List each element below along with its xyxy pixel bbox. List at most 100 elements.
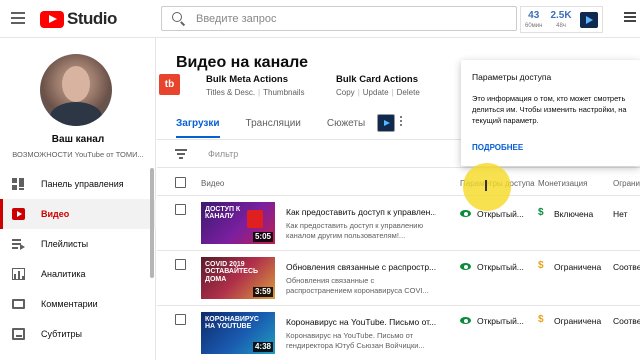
bulk-link-titles[interactable]: Titles & Desc. (206, 88, 255, 97)
tubebuddy-logo[interactable]: tb (159, 74, 180, 95)
sidebar-item-label: Панель управления (41, 179, 124, 189)
sidebar-item-label: Комментарии (41, 299, 98, 309)
sidebar: Ваш канал ВОЗМОЖНОСТИ YouTube от ТОМИ...… (0, 38, 156, 360)
search-icon[interactable] (172, 11, 186, 26)
extension-tab-icon[interactable] (377, 114, 395, 132)
sidebar-item-dashboard[interactable]: Панель управления (0, 169, 156, 199)
playlist-icon (12, 238, 25, 250)
sidebar-item-subtitles[interactable]: Субтитры (0, 319, 156, 349)
avatar-face (62, 66, 90, 102)
bulk-link-delete[interactable]: Delete (397, 88, 420, 97)
monetization-value[interactable]: Ограничена (554, 316, 601, 326)
table-row[interactable]: ДОСТУП К КАНАЛУ 5:05 Как предоставить до… (157, 197, 640, 251)
bulk-link-update[interactable]: Update (363, 88, 389, 97)
video-thumbnail[interactable]: КОРОНАВИРУС НА YOUTUBE 4:38 (201, 312, 275, 354)
search-input[interactable] (196, 12, 496, 25)
page-title: Видео на канале (176, 54, 308, 71)
monetization-dollar-icon: $ (538, 314, 544, 325)
channel-avatar[interactable] (40, 54, 112, 126)
channel-title: Ваш канал (51, 134, 105, 145)
bulk-title: Bulk Card Actions (336, 74, 418, 85)
stat-value: 43 (528, 9, 540, 21)
bulk-meta-actions: Bulk Meta Actions Titles & Desc. | Thumbna… (206, 74, 305, 97)
video-description: Как предоставить доступ к управлению кан… (286, 221, 424, 240)
visibility-info-popup: Параметры доступа Это информация о том, … (461, 60, 640, 166)
thumbnail-text: ДОСТУП К КАНАЛУ (205, 206, 241, 221)
sidebar-item-playlists[interactable]: Плейлисты (0, 229, 156, 259)
sidebar-item-analytics[interactable]: Аналитика (0, 259, 156, 289)
content-tabs: Загрузки Трансляции Сюжеты (176, 118, 391, 138)
visibility-eye-icon (460, 263, 471, 270)
video-description: Обновления связанные с распространением … (286, 276, 429, 295)
monetization-value[interactable]: Включена (554, 209, 593, 219)
studio-logo[interactable]: Studio (40, 9, 117, 29)
video-duration: 3:59 (252, 287, 273, 297)
thumbnail-text: КОРОНАВИРУС НА YOUTUBE (205, 316, 259, 331)
cursor-highlight (463, 163, 511, 211)
channel-subtitle: ВОЗМОЖНОСТИ YouTube от ТОМИ... (12, 150, 144, 159)
video-description: Коронавирус на YouTube. Письмо от гендир… (286, 331, 425, 350)
filter-input[interactable]: Фильтр (208, 149, 238, 159)
restrictions-value: Соотве (613, 316, 640, 326)
column-restrictions[interactable]: Ограни (613, 179, 640, 188)
table-header: Видео Параметры доступа Монетизация Огра… (157, 170, 640, 196)
sidebar-item-label: Плейлисты (41, 239, 89, 249)
visibility-value[interactable]: Открытый... (477, 316, 524, 326)
table-row[interactable]: КОРОНАВИРУС НА YOUTUBE 4:38 Коронавирус … (157, 307, 640, 360)
select-all-checkbox[interactable] (175, 177, 186, 188)
sidebar-item-label: Аналитика (41, 269, 86, 279)
extension-play-icon[interactable] (579, 11, 598, 28)
restrictions-value: Соотве (613, 262, 640, 272)
sidebar-nav: Панель управления Видео Плейлисты Аналит… (0, 169, 156, 349)
video-thumbnail[interactable]: ДОСТУП К КАНАЛУ 5:05 (201, 202, 275, 244)
sidebar-scrollbar[interactable] (150, 168, 154, 278)
tab-uploads[interactable]: Загрузки (176, 118, 220, 138)
restrictions-value: Нет (613, 209, 628, 219)
bulk-link-thumbnails[interactable]: Thumbnails (263, 88, 304, 97)
avatar-body (50, 102, 102, 126)
video-thumbnail[interactable]: COVID 2019 ОСТАВАЙТЕСЬ ДОМА 3:59 (201, 257, 275, 299)
analytics-icon (12, 268, 25, 280)
monetization-dollar-icon: $ (538, 207, 544, 218)
visibility-value[interactable]: Открытый... (477, 262, 524, 272)
video-duration: 4:38 (252, 342, 273, 352)
row-checkbox[interactable] (175, 314, 186, 325)
thumbnail-text: COVID 2019 ОСТАВАЙТЕСЬ ДОМА (205, 261, 259, 283)
menu-icon[interactable] (11, 12, 25, 24)
youtube-logo-icon (40, 10, 64, 28)
comments-icon (12, 299, 25, 309)
video-title[interactable]: Как предоставить доступ к управлен... (286, 207, 436, 217)
more-vert-icon[interactable] (400, 116, 403, 130)
stat-label: 48ч (556, 22, 566, 29)
top-bar: Studio 43 60мин 2.5K 48ч (0, 0, 640, 38)
bulk-link-copy[interactable]: Copy (336, 88, 355, 97)
tab-stories[interactable]: Сюжеты (327, 118, 365, 138)
sidebar-item-label: Видео (41, 209, 70, 219)
subtitles-icon (12, 328, 25, 340)
table-row[interactable]: COVID 2019 ОСТАВАЙТЕСЬ ДОМА 3:59 Обновле… (157, 252, 640, 306)
video-title[interactable]: Коронавирус на YouTube. Письмо от... (286, 317, 436, 327)
text-cursor-icon (485, 180, 487, 191)
row-checkbox[interactable] (175, 259, 186, 270)
monetization-value[interactable]: Ограничена (554, 262, 601, 272)
column-monetization[interactable]: Монетизация (538, 179, 587, 188)
logo-text: Studio (67, 9, 117, 28)
bulk-card-actions: Bulk Card Actions Copy | Update | Delete (336, 74, 420, 97)
dashboard-icon (12, 178, 25, 190)
bulk-title: Bulk Meta Actions (206, 74, 288, 85)
learn-more-link[interactable]: ПОДРОБНЕЕ (472, 143, 523, 152)
search-box[interactable] (161, 6, 517, 31)
sidebar-item-video[interactable]: Видео (0, 199, 156, 229)
video-duration: 5:05 (252, 232, 273, 242)
realtime-stats[interactable]: 43 60мин 2.5K 48ч (520, 6, 603, 33)
visibility-eye-icon (460, 210, 471, 217)
sidebar-item-label: Субтитры (41, 329, 83, 339)
row-checkbox[interactable] (175, 204, 186, 215)
video-title[interactable]: Обновления связанные с распростр... (286, 262, 436, 272)
header-menu-icon[interactable] (624, 12, 636, 24)
filter-icon[interactable] (175, 149, 187, 159)
lock-icon (247, 210, 263, 228)
tab-live[interactable]: Трансляции (246, 118, 301, 138)
popup-title: Параметры доступа (472, 72, 552, 82)
sidebar-item-comments[interactable]: Комментарии (0, 289, 156, 319)
